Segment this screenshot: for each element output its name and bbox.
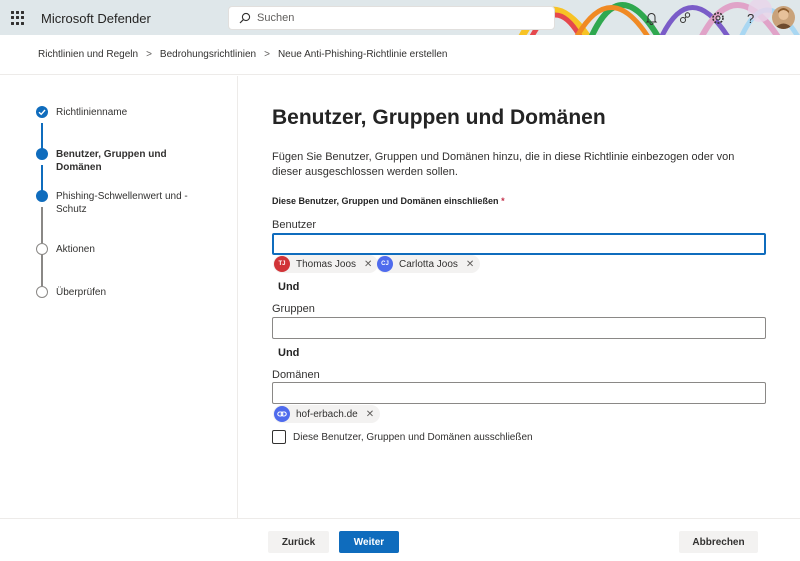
domain-chip-name: hof-erbach.de <box>296 408 358 420</box>
step-review[interactable]: Überprüfen <box>56 286 106 299</box>
domain-chip: hof-erbach.de ✕ <box>273 405 381 423</box>
step-phishing-threshold[interactable]: Phishing-Schwellenwert und -Schutz <box>56 190 196 216</box>
user-chip-name: Thomas Joos <box>296 258 357 270</box>
search-icon <box>239 12 251 24</box>
remove-chip-icon[interactable]: ✕ <box>364 259 372 270</box>
gear-icon[interactable] <box>709 9 727 27</box>
step-pending-icon <box>36 243 48 255</box>
domains-label: Domänen <box>272 369 320 381</box>
groups-input[interactable] <box>272 317 766 339</box>
link-icon <box>274 406 290 422</box>
include-label-text: Diese Benutzer, Gruppen und Domänen eins… <box>272 196 499 206</box>
step-connector <box>41 207 43 243</box>
step-users-groups-domains[interactable]: Benutzer, Gruppen und Domänen <box>56 148 176 174</box>
page-title: Benutzer, Gruppen und Domänen <box>272 106 606 129</box>
users-label: Benutzer <box>272 219 317 231</box>
cancel-button[interactable]: Abbrechen <box>679 531 758 553</box>
next-button[interactable]: Weiter <box>339 531 399 553</box>
app-title[interactable]: Microsoft Defender <box>41 11 151 26</box>
and-label: Und <box>278 347 300 359</box>
users-input[interactable] <box>272 233 766 255</box>
step-policy-name[interactable]: Richtlinienname <box>56 106 127 119</box>
required-indicator: * <box>501 196 505 206</box>
step-connector <box>41 254 43 286</box>
user-chip-thomas: TJ Thomas Joos ✕ <box>273 255 379 273</box>
remove-chip-icon[interactable]: ✕ <box>466 259 474 270</box>
exclude-checkbox[interactable] <box>272 430 286 444</box>
breadcrumb-separator: > <box>146 49 152 60</box>
avatar: CJ <box>377 256 393 272</box>
help-icon[interactable]: ? <box>742 9 760 27</box>
exclude-checkbox-label[interactable]: Diese Benutzer, Gruppen und Domänen auss… <box>293 432 533 443</box>
breadcrumb-item-policies[interactable]: Richtlinien und Regeln <box>38 49 138 60</box>
and-label: Und <box>278 281 300 293</box>
breadcrumb-item-current: Neue Anti-Phishing-Richtlinie erstellen <box>277 49 448 60</box>
breadcrumb: Richtlinien und Regeln > Bedrohungsricht… <box>0 35 800 75</box>
svg-text:?: ? <box>747 11 754 25</box>
include-section-label: Diese Benutzer, Gruppen und Domänen eins… <box>272 196 505 206</box>
step-current-icon <box>36 148 48 160</box>
user-chip-name: Carlotta Joos <box>399 258 458 270</box>
bell-icon[interactable] <box>642 9 660 27</box>
step-pending-icon <box>36 286 48 298</box>
community-icon[interactable] <box>676 9 694 27</box>
search-box[interactable] <box>228 6 555 30</box>
user-chip-carlotta: CJ Carlotta Joos ✕ <box>376 255 481 273</box>
exclude-checkbox-row[interactable]: Diese Benutzer, Gruppen und Domänen auss… <box>272 430 533 444</box>
wizard-steps: Richtlinienname Benutzer, Gruppen und Do… <box>0 76 238 518</box>
user-avatar[interactable] <box>772 6 795 29</box>
page-description: Fügen Sie Benutzer, Gruppen und Domänen … <box>272 151 735 178</box>
avatar: TJ <box>274 256 290 272</box>
step-actions[interactable]: Aktionen <box>56 243 95 256</box>
top-bar: Microsoft Defender ? <box>0 0 800 35</box>
back-button[interactable]: Zurück <box>268 531 329 553</box>
step-current-icon <box>36 190 48 202</box>
wizard-footer: Zurück Weiter Abbrechen <box>0 518 800 561</box>
step-complete-icon <box>36 106 48 118</box>
breadcrumb-item-threat-policies[interactable]: Bedrohungsrichtlinien <box>160 49 256 60</box>
search-input[interactable] <box>257 12 537 24</box>
groups-label: Gruppen <box>272 303 315 315</box>
domains-input[interactable] <box>272 382 766 404</box>
remove-chip-icon[interactable]: ✕ <box>366 409 374 420</box>
waffle-icon[interactable] <box>11 11 25 25</box>
breadcrumb-separator: > <box>264 49 270 60</box>
